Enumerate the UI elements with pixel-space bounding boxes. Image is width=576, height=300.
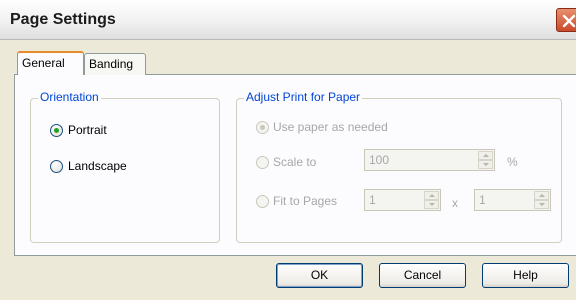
fit-tall-value: 1	[479, 193, 486, 207]
tab-banding[interactable]: Banding	[84, 53, 146, 75]
fit-to-pages-label: Fit to Pages	[273, 194, 338, 208]
use-paper-radio[interactable]	[256, 121, 269, 134]
close-button[interactable]	[556, 8, 576, 32]
fit-to-pages-radio[interactable]	[256, 195, 269, 208]
scale-to-label: Scale to	[273, 155, 317, 169]
scale-spin-buttons[interactable]	[478, 151, 493, 169]
scale-stepper[interactable]: 100	[364, 149, 495, 171]
landscape-label: Landscape	[68, 159, 127, 173]
fit-wide-up-arrow-icon[interactable]	[424, 191, 439, 200]
close-icon	[562, 14, 576, 28]
adjust-print-legend: Adjust Print for Paper	[244, 90, 363, 104]
ok-button[interactable]: OK	[276, 263, 363, 288]
fit-wide-down-arrow-icon[interactable]	[424, 200, 439, 209]
fit-tall-up-arrow-icon[interactable]	[534, 191, 549, 200]
fit-tall-spin-buttons[interactable]	[534, 191, 549, 209]
scale-to-radio[interactable]	[256, 156, 269, 169]
fit-separator: x	[452, 196, 458, 210]
help-button[interactable]: Help	[482, 263, 569, 288]
fit-tall-down-arrow-icon[interactable]	[534, 200, 549, 209]
cancel-button[interactable]: Cancel	[379, 263, 466, 288]
scale-up-arrow-icon[interactable]	[478, 151, 493, 160]
fit-pages-tall-stepper[interactable]: 1	[474, 189, 551, 211]
portrait-radio[interactable]	[50, 124, 63, 137]
orientation-legend: Orientation	[38, 90, 101, 104]
use-paper-label: Use paper as needed	[273, 120, 388, 134]
tab-general[interactable]: General	[17, 51, 84, 75]
fit-wide-value: 1	[369, 193, 376, 207]
scale-down-arrow-icon[interactable]	[478, 160, 493, 169]
fit-wide-spin-buttons[interactable]	[424, 191, 439, 209]
portrait-label: Portrait	[68, 123, 107, 137]
scale-value: 100	[369, 153, 390, 167]
window-title: Page Settings	[10, 11, 116, 28]
landscape-radio[interactable]	[50, 160, 63, 173]
fit-pages-wide-stepper[interactable]: 1	[364, 189, 441, 211]
scale-unit: %	[507, 155, 518, 169]
